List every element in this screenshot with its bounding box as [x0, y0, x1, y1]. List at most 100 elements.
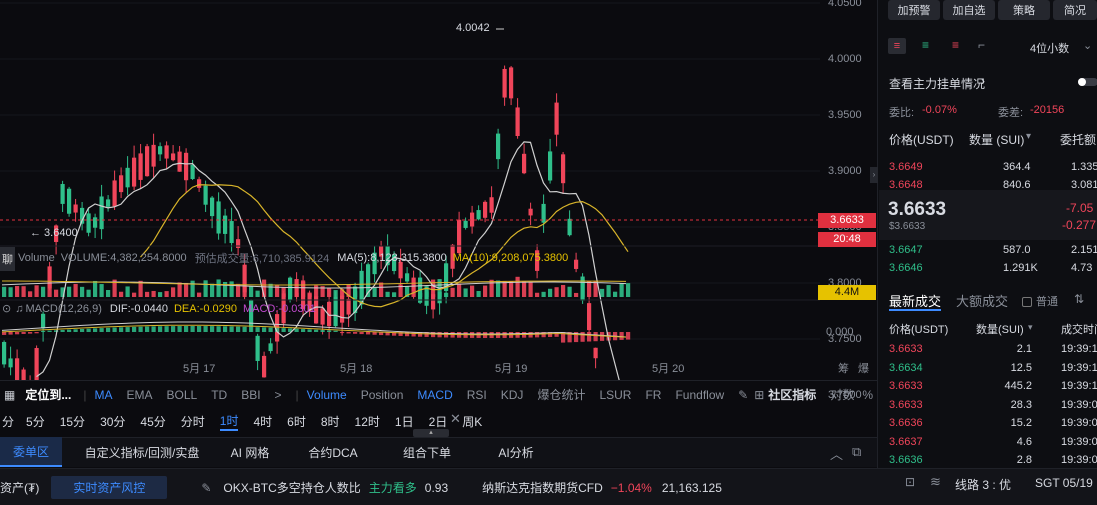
timeframe-11[interactable]: 1日	[395, 413, 414, 430]
grid-icon[interactable]: ▦	[4, 388, 15, 402]
indicator-boll[interactable]: BOLL	[167, 388, 198, 402]
trade-settings-icon[interactable]: ⇅	[1074, 292, 1084, 306]
bid-total: 4.73	[1071, 262, 1093, 274]
collapse-panel-icon[interactable]: ︿	[830, 444, 843, 463]
timeframe-2[interactable]: 15分	[60, 413, 85, 430]
timeframe-5[interactable]: 分时	[181, 413, 205, 430]
edit-icon[interactable]: ✎	[738, 388, 748, 402]
tab-latest-trades[interactable]: 最新成交	[889, 291, 941, 310]
timeframe-8[interactable]: 6时	[287, 413, 306, 430]
indicator-bbi[interactable]: BBI	[241, 388, 260, 402]
tab-large-trades[interactable]: 大额成交	[956, 291, 1008, 310]
indicator-ma[interactable]: MA	[94, 388, 112, 402]
ob-header-qty[interactable]: 数量 (SUI)	[969, 131, 1024, 148]
trade-filter-checkbox[interactable]	[1022, 297, 1032, 308]
volume-bar	[99, 284, 104, 297]
indicator-td[interactable]: TD	[211, 388, 227, 402]
bottom-tab-4[interactable]: 组合下单	[378, 437, 476, 467]
ticker-btc-ratio[interactable]: OKX-BTC多空持仓人数比	[223, 479, 360, 496]
log-scale-toggle[interactable]: 对数	[830, 386, 854, 403]
decimals-select[interactable]: 4位小数	[1030, 40, 1069, 56]
ask-row[interactable]: 3.6649 364.4 1.335	[888, 158, 1097, 176]
macd-bar	[21, 332, 26, 334]
bid-row[interactable]: 3.6647 587.0 2.151	[888, 241, 1097, 259]
timeframe-12[interactable]: 2日	[429, 413, 448, 430]
volume-bar	[151, 290, 156, 297]
bottom-tab-0[interactable]: 委单区	[0, 437, 62, 467]
indicator-liquidation[interactable]: 爆仓统计	[537, 386, 585, 403]
kline-chart[interactable]	[0, 0, 880, 380]
timeframe-1[interactable]: 5分	[26, 413, 45, 430]
trade-filter[interactable]: 普通	[1022, 293, 1058, 309]
panel-resize-handle[interactable]: ▴	[413, 429, 449, 437]
add-watchlist-button[interactable]: 加自选	[943, 0, 995, 20]
popout-icon[interactable]: ⧉	[852, 444, 861, 460]
volume-bar	[216, 279, 221, 297]
depth-chevron-icon: ›	[981, 74, 985, 88]
orderbook-both-icon[interactable]: ≡	[888, 38, 906, 54]
macd-bar	[2, 332, 7, 335]
volume-bar	[171, 287, 176, 297]
tr-qty-chevron-icon[interactable]: ▾	[1028, 322, 1033, 333]
orderbook-bids-icon[interactable]: ≡	[922, 38, 929, 52]
bottom-tab-3[interactable]: 合约DCA	[288, 437, 378, 467]
indicator-fr[interactable]: FR	[645, 388, 661, 402]
ticker-nasdaq[interactable]: 纳斯达克指数期货CFD	[482, 479, 603, 496]
assets-label[interactable]: 资产(₮)	[0, 479, 39, 496]
depth-toggle[interactable]	[1078, 78, 1097, 86]
orderbook-asks-icon[interactable]: ≡	[952, 38, 959, 52]
indicator-volume[interactable]: Volume	[307, 388, 347, 402]
alarm-icon[interactable]: ♫	[15, 303, 23, 315]
timeframe-9[interactable]: 8时	[321, 413, 340, 430]
chat-tab[interactable]: 聊	[0, 247, 15, 271]
strategy-button[interactable]: 策略	[998, 0, 1050, 20]
indicator-lsur[interactable]: LSUR	[599, 388, 631, 402]
close-timeframes-icon[interactable]: ✕	[450, 411, 461, 427]
tr-header-qty[interactable]: 数量(SUI)	[976, 321, 1024, 337]
summary-button[interactable]: 简况	[1053, 0, 1097, 20]
add-alert-button[interactable]: 加预警	[888, 0, 940, 20]
community-indicators[interactable]: 社区指标	[768, 386, 816, 403]
panel-expand-handle[interactable]: ›	[870, 167, 878, 183]
depth-title[interactable]: 查看主力挂单情况	[889, 75, 985, 92]
macd-bar	[626, 332, 631, 340]
ob-header-price: 价格(USDT)	[889, 133, 954, 147]
indicator-ema[interactable]: EMA	[126, 388, 152, 402]
macd-bar	[60, 329, 65, 332]
timeframe-6[interactable]: 1时	[219, 412, 239, 431]
bid-row[interactable]: 3.6646 1.291K 4.73	[888, 259, 1097, 277]
risk-button[interactable]: 实时资产风控	[51, 476, 168, 499]
indicator-more[interactable]: >	[275, 388, 282, 402]
download-icon[interactable]: ⊡	[905, 475, 915, 489]
trade-price: 3.6636	[889, 417, 923, 429]
indicator-kdj[interactable]: KDJ	[501, 388, 524, 402]
timeframe-0[interactable]: 分	[2, 413, 14, 430]
macd-info-line: ⊙ ♫ MACD(12,26,9) DIF:-0.0440 DEA:-0.029…	[2, 302, 316, 316]
timeframe-10[interactable]: 12时	[355, 413, 380, 430]
percent-toggle[interactable]: %	[862, 388, 873, 402]
locate-button[interactable]: 定位到...	[25, 386, 71, 403]
macd-bar	[294, 328, 299, 332]
ob-qty-chevron-icon[interactable]: ▾	[1026, 131, 1031, 142]
timeframe-13[interactable]: 周K	[462, 413, 482, 430]
bottom-tab-5[interactable]: AI分析	[476, 437, 556, 467]
liquidation-button[interactable]: 爆	[858, 360, 869, 376]
change-abs: -7.05	[1066, 201, 1094, 215]
decimals-chevron-icon[interactable]: ⌄	[1083, 39, 1092, 52]
diff-value: -20156	[1030, 104, 1065, 116]
chip-dist-button[interactable]: 筹	[838, 360, 849, 376]
indicator-position[interactable]: Position	[361, 388, 404, 402]
timeframe-7[interactable]: 4时	[253, 413, 272, 430]
timeframe-3[interactable]: 30分	[100, 413, 125, 430]
indicator-macd[interactable]: MACD	[417, 388, 452, 402]
orderbook-layout-icon[interactable]: ⌐	[978, 38, 985, 52]
bottom-tab-1[interactable]: 自定义指标/回测/实盘	[72, 437, 212, 467]
network-line[interactable]: 线路 3 : 优	[955, 476, 1011, 493]
indicator-rsi[interactable]: RSI	[467, 388, 487, 402]
bottom-tab-2[interactable]: AI 网格	[212, 437, 288, 467]
volume-bar	[47, 282, 52, 297]
indicator-fundflow[interactable]: Fundflow	[675, 388, 724, 402]
timeframe-4[interactable]: 45分	[140, 413, 165, 430]
collapse-icon[interactable]: ⊙	[2, 302, 11, 315]
trade-qty: 445.2	[1004, 380, 1032, 392]
